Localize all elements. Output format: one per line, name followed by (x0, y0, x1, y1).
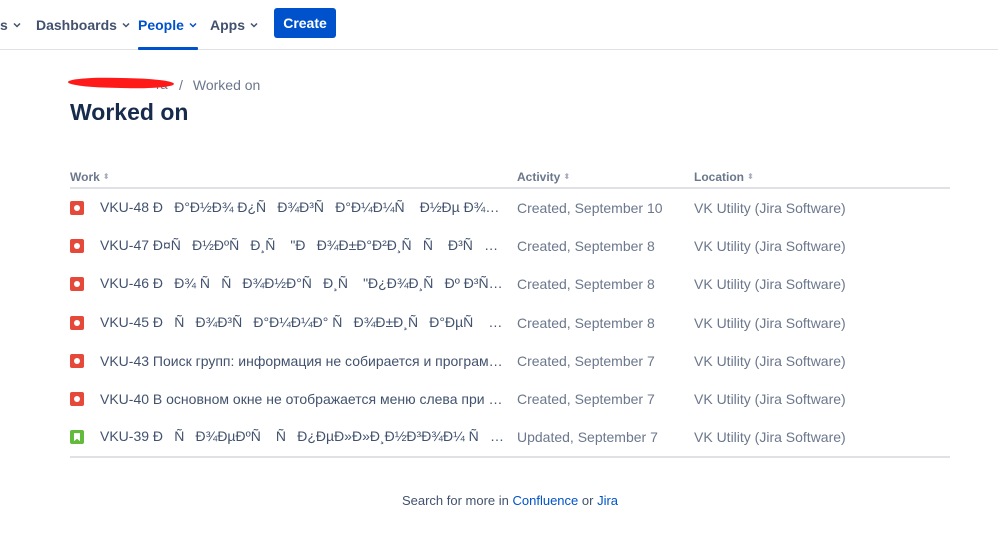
top-navigation: s Dashboards People Apps Create (0, 0, 998, 50)
bug-icon (70, 315, 84, 330)
nav-item-label: s (0, 17, 8, 33)
chevron-down-icon (189, 22, 197, 28)
table-row[interactable]: VKU-47 Ð¤ÑÐ½ÐºÑÐ¸Ñ "ÐÐ¾Ð±Ð°Ð²Ð¸ÑÑ … (70, 227, 950, 265)
column-header-work[interactable]: Work ⬍ (70, 170, 110, 184)
sort-icon: ⬍ (563, 172, 571, 181)
nav-item-label: Apps (210, 17, 245, 33)
bug-icon (70, 353, 84, 368)
table-bottom-border (70, 456, 950, 459)
location-cell[interactable]: VK Utility (Jira Software) (694, 189, 944, 227)
bug-icon (70, 201, 84, 215)
sort-icon: ⬍ (102, 172, 110, 181)
bug-icon (70, 277, 84, 292)
table-row[interactable]: VKU-39 ÐÑÐ¾ÐµÐºÑ ÑÐ¿ÐµÐ»Ð»Ð¸Ð½Ð³Ð¾Ð¼… (70, 418, 950, 456)
bug-icon (70, 391, 84, 406)
nav-item-people[interactable]: People (138, 0, 198, 50)
breadcrumb-separator: / (179, 77, 183, 93)
table-row[interactable]: VKU-46 ÐÐ¾ ÑÑÐ¾Ð½Ð°ÑÐ¸Ñ "Ð¿Ð¾Ð¸ÑÐº… (70, 265, 950, 303)
activity-cell: Created, September 10 (517, 200, 663, 216)
jira-link[interactable]: Jira (597, 493, 618, 508)
work-title: VKU-39 ÐÑÐ¾ÐµÐºÑ ÑÐ¿ÐµÐ»Ð»Ð¸Ð½Ð³Ð¾Ð¼… (100, 428, 508, 445)
work-cell[interactable]: VKU-45 ÐÑÐ¾Ð³ÑÐ°Ð¼Ð¼Ð° ÑÐ¾Ð±Ð¸ÑÐ°Ðµ… (100, 304, 508, 342)
nav-item-label: People (138, 17, 184, 33)
location-cell[interactable]: VK Utility (Jira Software) (694, 265, 944, 303)
confluence-link[interactable]: Confluence (513, 493, 579, 508)
nav-item-label: Dashboards (36, 17, 117, 33)
column-header-activity[interactable]: Activity ⬍ (517, 170, 570, 184)
activity-cell: Created, September 7 (517, 390, 655, 407)
nav-item-projects[interactable]: s (0, 0, 22, 50)
breadcrumb: ra / Worked on (67, 76, 261, 94)
issue-type-cell (70, 418, 84, 456)
activity-cell: Created, September 8 (517, 238, 655, 255)
activity-cell: Created, September 8 (517, 276, 655, 293)
chevron-down-icon (122, 22, 130, 28)
footer-text: or (581, 493, 594, 508)
location-cell[interactable]: VK Utility (Jira Software) (694, 418, 944, 456)
activity-cell: Created, September 7 (517, 352, 655, 369)
bug-icon (70, 239, 84, 254)
work-title: VKU-40 В основном окне не отображается м… (100, 390, 508, 407)
column-header-location[interactable]: Location ⬍ (694, 170, 754, 184)
column-header-label: Location (694, 170, 744, 184)
work-cell[interactable]: VKU-46 ÐÐ¾ ÑÑÐ¾Ð½Ð°ÑÐ¸Ñ "Ð¿Ð¾Ð¸ÑÐº… (100, 265, 508, 303)
work-cell[interactable]: VKU-47 Ð¤ÑÐ½ÐºÑÐ¸Ñ "ÐÐ¾Ð±Ð°Ð²Ð¸ÑÑ … (100, 227, 508, 265)
chevron-down-icon (250, 22, 258, 28)
work-cell[interactable]: VKU-40 В основном окне не отображается м… (100, 380, 508, 418)
table-row[interactable]: VKU-43 Поиск групп: информация не собира… (70, 342, 950, 380)
table-row[interactable]: VKU-48 ÐÐ°Ð½Ð¾ Ð¿ÑÐ¾Ð³ÑÐ°Ð¼Ð¼Ñ Ð½Ðµ … (70, 189, 950, 227)
page-title: Worked on (70, 99, 189, 125)
issue-type-cell (70, 227, 84, 265)
location-cell[interactable]: VK Utility (Jira Software) (694, 227, 944, 265)
issue-type-cell (70, 342, 84, 380)
work-title: VKU-43 Поиск групп: информация не собира… (100, 352, 508, 369)
activity-cell: Created, September 8 (517, 314, 655, 331)
story-icon (70, 430, 84, 445)
table-header: Work ⬍ Activity ⬍ Location ⬍ (70, 165, 950, 189)
work-title: VKU-48 ÐÐ°Ð½Ð¾ Ð¿ÑÐ¾Ð³ÑÐ°Ð¼Ð¼Ñ Ð½Ðµ … (100, 199, 508, 215)
table-row[interactable]: VKU-40 В основном окне не отображается м… (70, 380, 950, 418)
work-title: VKU-46 ÐÐ¾ ÑÑÐ¾Ð½Ð°ÑÐ¸Ñ "Ð¿Ð¾Ð¸ÑÐº… (100, 275, 508, 292)
issue-type-cell (70, 380, 84, 418)
breadcrumb-item-redacted[interactable]: ra (67, 76, 175, 94)
create-button[interactable]: Create (274, 8, 336, 38)
chevron-down-icon (13, 22, 21, 28)
work-title: VKU-47 Ð¤ÑÐ½ÐºÑÐ¸Ñ "ÐÐ¾Ð±Ð°Ð²Ð¸ÑÑ … (100, 237, 508, 254)
table-row[interactable]: VKU-45 ÐÑÐ¾Ð³ÑÐ°Ð¼Ð¼Ð° ÑÐ¾Ð±Ð¸ÑÐ°Ðµ… (70, 304, 950, 342)
issue-type-cell (70, 265, 84, 303)
location-cell[interactable]: VK Utility (Jira Software) (694, 342, 944, 380)
footer-search: Search for more in Confluence or Jira (0, 493, 998, 508)
nav-item-dashboards[interactable]: Dashboards (36, 0, 131, 50)
nav-item-apps[interactable]: Apps (210, 0, 259, 50)
issue-type-cell (70, 304, 84, 342)
table-body: VKU-48 ÐÐ°Ð½Ð¾ Ð¿ÑÐ¾Ð³ÑÐ°Ð¼Ð¼Ñ Ð½Ðµ … (70, 189, 950, 456)
breadcrumb-current: Worked on (192, 77, 261, 93)
work-cell[interactable]: VKU-39 ÐÑÐ¾ÐµÐºÑ ÑÐ¿ÐµÐ»Ð»Ð¸Ð½Ð³Ð¾Ð¼… (100, 418, 508, 456)
activity-cell: Updated, September 7 (517, 429, 658, 446)
work-title: VKU-45 ÐÑÐ¾Ð³ÑÐ°Ð¼Ð¼Ð° ÑÐ¾Ð±Ð¸ÑÐ°Ðµ… (100, 313, 508, 330)
footer-text: Search for more in (401, 493, 509, 508)
issue-type-cell (70, 189, 84, 227)
location-cell[interactable]: VK Utility (Jira Software) (694, 304, 944, 342)
column-header-label: Activity (517, 170, 561, 184)
column-header-label: Work (70, 170, 100, 184)
work-cell[interactable]: VKU-48 ÐÐ°Ð½Ð¾ Ð¿ÑÐ¾Ð³ÑÐ°Ð¼Ð¼Ñ Ð½Ðµ … (100, 189, 508, 227)
sort-icon: ⬍ (747, 172, 754, 181)
location-cell[interactable]: VK Utility (Jira Software) (694, 380, 944, 418)
worked-on-table: Work ⬍ Activity ⬍ Location ⬍ VKU-48 ÐÐ°… (70, 165, 950, 459)
work-cell[interactable]: VKU-43 Поиск групп: информация не собира… (100, 342, 508, 380)
